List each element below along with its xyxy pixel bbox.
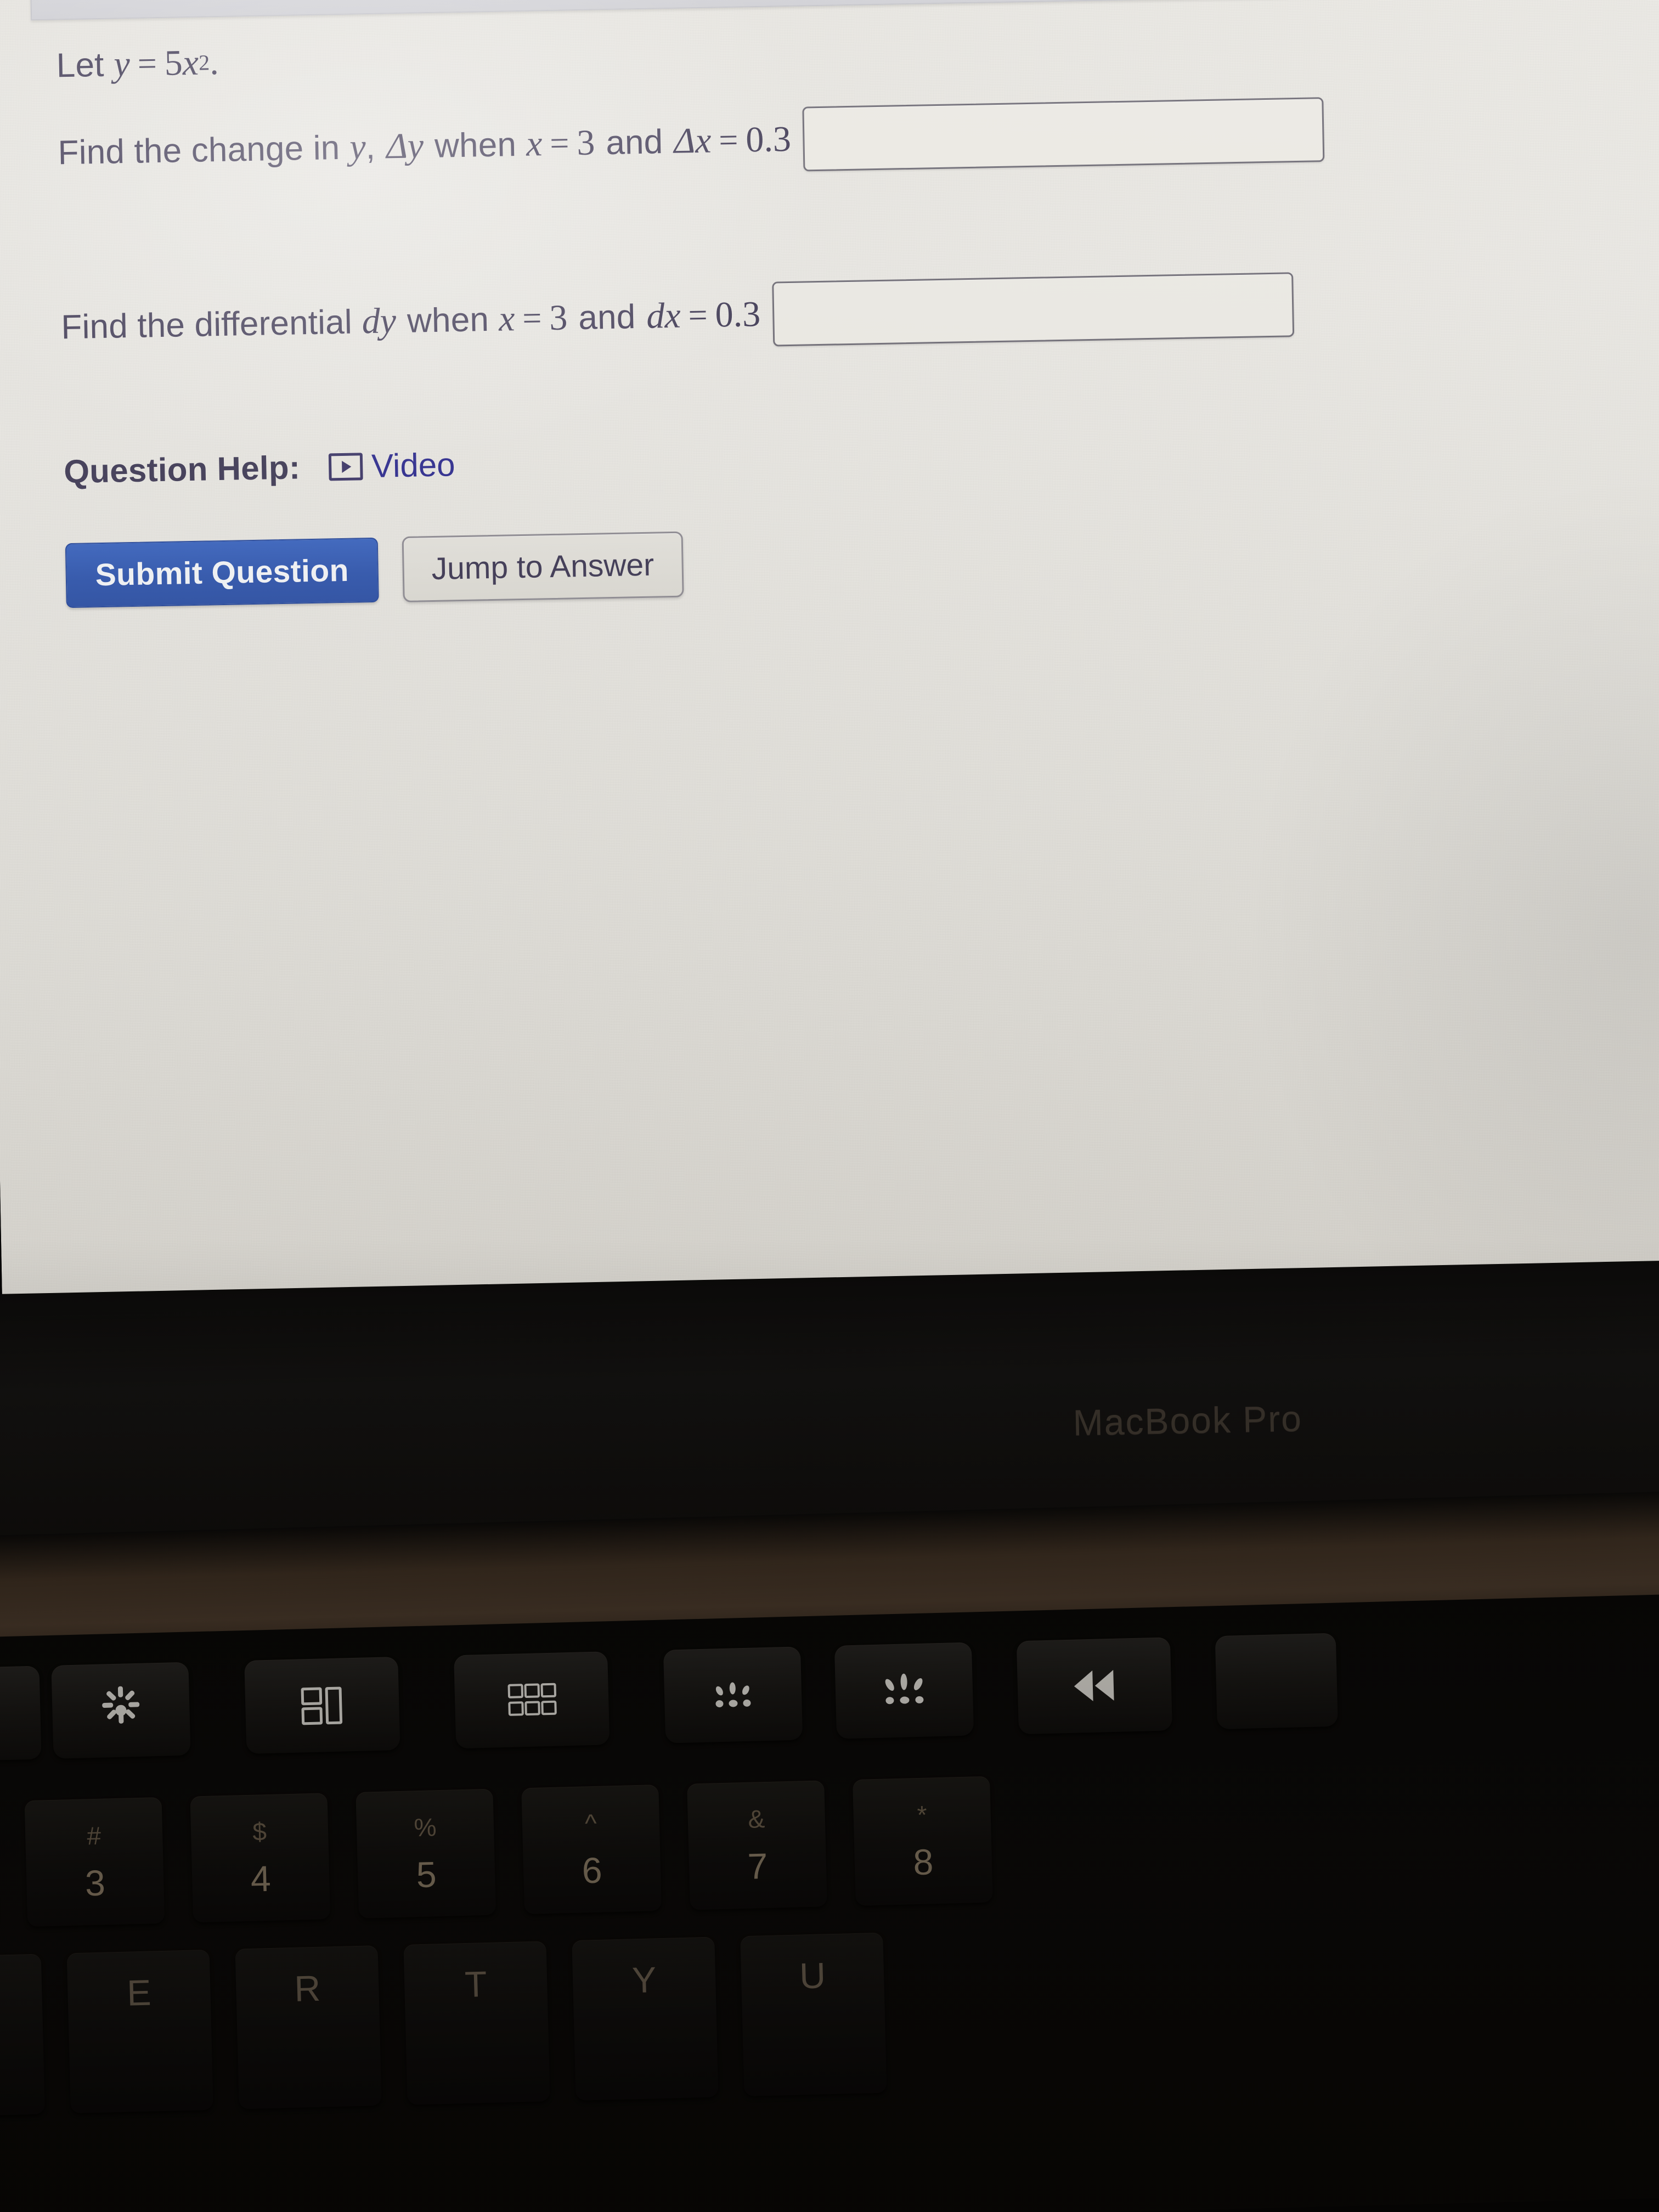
key-r-label: R bbox=[294, 1967, 321, 2009]
key-8-shift-label: * bbox=[917, 1800, 928, 1830]
key-r[interactable]: R bbox=[235, 1945, 382, 2109]
key-u-label: U bbox=[799, 1955, 826, 1996]
key-4-shift-label: $ bbox=[252, 1817, 267, 1846]
key-7-shift-label: & bbox=[747, 1804, 765, 1833]
question-action-buttons: Submit Question Jump to Answer bbox=[65, 515, 1581, 609]
key-4[interactable]: $ 4 bbox=[190, 1793, 331, 1923]
variable-y: y bbox=[113, 43, 131, 84]
question-statement-line: Let y = 5 x 2 . bbox=[56, 17, 1571, 87]
video-play-icon bbox=[328, 452, 363, 481]
period: . bbox=[209, 42, 219, 83]
key-e[interactable]: E bbox=[66, 1949, 213, 2114]
comma: , bbox=[365, 128, 376, 166]
video-help-link[interactable]: Video bbox=[328, 445, 456, 486]
equals-sign: = bbox=[137, 44, 157, 83]
key-7[interactable]: & 7 bbox=[687, 1780, 827, 1910]
number-key-row: @ 2 # 3 $ 4 % 5 ^ 6 & 7 bbox=[0, 1758, 1659, 1933]
dy-symbol: dy bbox=[362, 301, 397, 342]
keyboard-backlight-up-icon bbox=[882, 1672, 927, 1709]
question-content: Let y = 5 x 2 . Find the change in y , Δ… bbox=[56, 15, 1580, 608]
delta-y-answer-input[interactable] bbox=[802, 97, 1325, 172]
keyboard-backlight-down-icon bbox=[710, 1676, 755, 1713]
key-6-shift-label: ^ bbox=[584, 1808, 597, 1838]
find-change-label: Find the change in bbox=[58, 128, 340, 172]
dx-value-2: 0.3 bbox=[714, 294, 761, 335]
dx-symbol: dx bbox=[646, 295, 681, 336]
variable-x: x bbox=[182, 42, 199, 83]
letter-key-row: W E R T Y U bbox=[0, 1911, 1659, 2118]
and-label-1: and bbox=[605, 122, 663, 162]
delta-x-symbol: Δx bbox=[673, 120, 712, 161]
key-y[interactable]: Y bbox=[572, 1937, 719, 2101]
x-value-2: 3 bbox=[549, 297, 568, 338]
function-key-row bbox=[0, 1624, 1659, 1772]
key-8-label: 8 bbox=[912, 1841, 934, 1883]
key-y-label: Y bbox=[631, 1959, 657, 2001]
key-3-shift-label: # bbox=[86, 1821, 101, 1850]
equals-sign-x2: = bbox=[522, 299, 542, 337]
keyboard-backlight-up-key[interactable] bbox=[834, 1642, 974, 1739]
macbook-pro-brand-label: MacBook Pro bbox=[1073, 1397, 1303, 1443]
keyboard: @ 2 # 3 $ 4 % 5 ^ 6 & 7 bbox=[0, 1593, 1659, 2212]
key-3[interactable]: # 3 bbox=[24, 1797, 165, 1927]
keyboard-backlight-down-key[interactable] bbox=[663, 1646, 803, 1743]
key-3-label: 3 bbox=[84, 1862, 106, 1904]
brightness-down-key[interactable] bbox=[0, 1666, 42, 1763]
x-value-1: 3 bbox=[576, 122, 595, 163]
key-4-label: 4 bbox=[250, 1858, 272, 1899]
delta-y-symbol: Δy bbox=[386, 126, 424, 167]
rewind-key[interactable] bbox=[1016, 1637, 1172, 1735]
when-label-1: when bbox=[434, 125, 517, 165]
equals-sign-dx2: = bbox=[688, 296, 708, 334]
brightness-up-key[interactable] bbox=[51, 1662, 191, 1759]
key-u[interactable]: U bbox=[740, 1932, 887, 2097]
screen-surface: Let y = 5 x 2 . Find the change in y , Δ… bbox=[0, 0, 1659, 1344]
key-7-label: 7 bbox=[747, 1845, 769, 1887]
find-differential-label: Find the differential bbox=[60, 303, 353, 346]
variable-y-ref: y bbox=[349, 127, 366, 167]
dy-answer-input[interactable] bbox=[772, 272, 1295, 347]
key-e-label: E bbox=[126, 1972, 152, 2013]
dx-value-1: 0.3 bbox=[745, 119, 792, 160]
equals-sign-dx1: = bbox=[718, 121, 738, 159]
submit-question-button[interactable]: Submit Question bbox=[65, 537, 379, 608]
rewind-icon bbox=[1074, 1669, 1115, 1702]
key-8[interactable]: * 8 bbox=[853, 1776, 993, 1906]
launchpad-icon bbox=[507, 1683, 557, 1717]
variable-x-ref-2: x bbox=[498, 298, 516, 339]
and-label-2: and bbox=[578, 297, 636, 337]
laptop-photo: Let y = 5 x 2 . Find the change in y , Δ… bbox=[0, 0, 1659, 2212]
variable-x-ref-1: x bbox=[526, 123, 543, 164]
key-5-label: 5 bbox=[415, 1854, 437, 1895]
key-5[interactable]: % 5 bbox=[356, 1788, 496, 1918]
dy-question-line: Find the differential dy when x = 3 and … bbox=[60, 267, 1576, 360]
coefficient-5: 5 bbox=[164, 43, 183, 83]
mission-control-icon bbox=[301, 1686, 344, 1725]
brightness-up-icon bbox=[102, 1686, 140, 1729]
play-pause-key[interactable] bbox=[1215, 1633, 1338, 1730]
when-label-2: when bbox=[407, 300, 489, 340]
panel-header-strip bbox=[30, 0, 1470, 21]
question-help-row: Question Help: Video bbox=[64, 425, 1578, 491]
key-w[interactable]: W bbox=[0, 1954, 46, 2118]
let-label: Let bbox=[56, 46, 105, 84]
laptop-screen: Let y = 5 x 2 . Find the change in y , Δ… bbox=[0, 0, 1659, 1344]
key-t-label: T bbox=[464, 1963, 488, 2005]
key-6-label: 6 bbox=[581, 1849, 603, 1891]
key-6[interactable]: ^ 6 bbox=[521, 1784, 662, 1915]
mission-control-key[interactable] bbox=[244, 1656, 400, 1754]
jump-to-answer-button[interactable]: Jump to Answer bbox=[402, 531, 684, 602]
delta-y-question-line: Find the change in y , Δy when x = 3 and… bbox=[58, 93, 1573, 185]
video-link-label: Video bbox=[371, 446, 456, 485]
key-t[interactable]: T bbox=[403, 1941, 550, 2105]
question-help-label: Question Help: bbox=[63, 449, 301, 490]
equals-sign-x1: = bbox=[549, 124, 569, 162]
launchpad-key[interactable] bbox=[454, 1651, 610, 1749]
key-5-shift-label: % bbox=[413, 1813, 437, 1842]
